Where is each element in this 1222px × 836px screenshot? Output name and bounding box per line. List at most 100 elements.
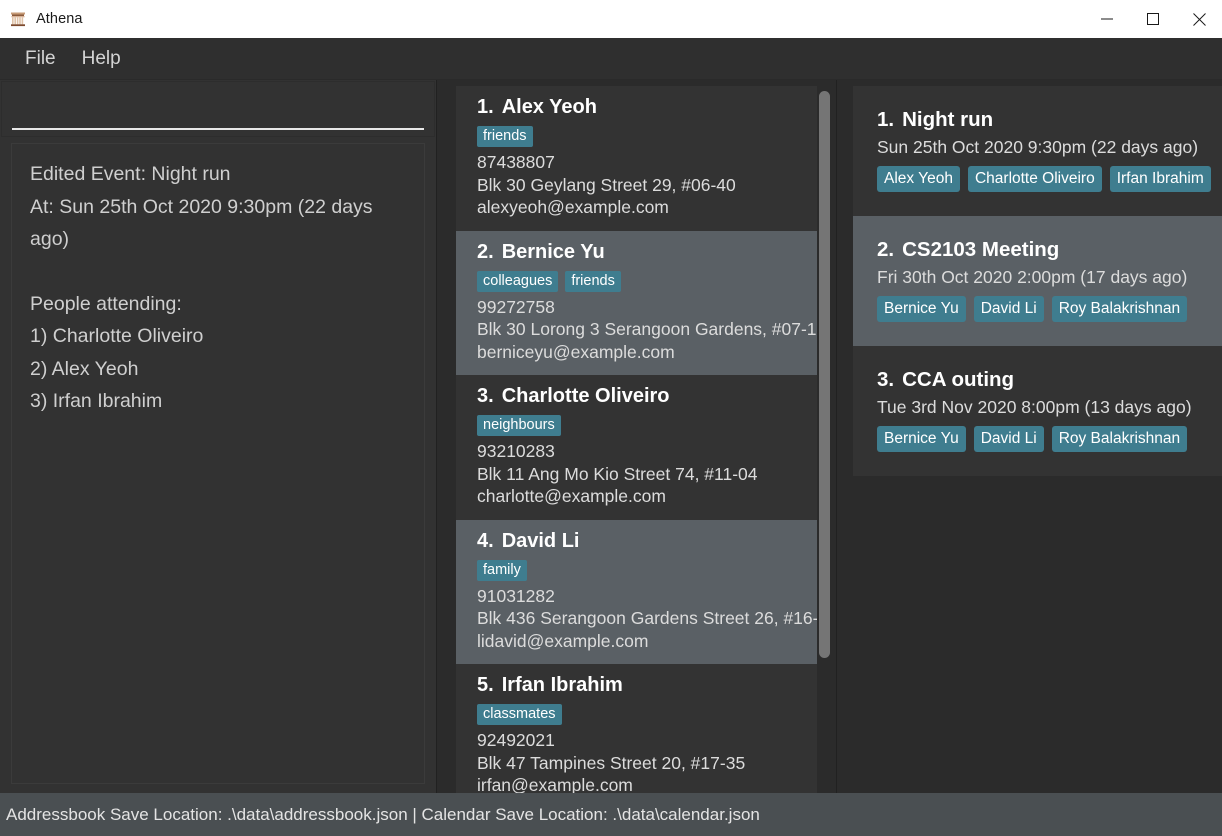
person-tag-row: neighbours bbox=[477, 415, 817, 436]
person-name: 5. Irfan Ibrahim bbox=[477, 674, 817, 697]
person-address: Blk 436 Serangoon Gardens Street 26, #16… bbox=[477, 608, 817, 628]
event-title-text: Night run bbox=[902, 108, 994, 131]
event-attendee-tag: Roy Balakrishnan bbox=[1051, 296, 1188, 322]
person-list-panel: 1. Alex Yeoh friends 87438807 Blk 30 Geylang… bbox=[437, 80, 837, 793]
person-tag: family bbox=[477, 559, 527, 581]
person-email: charlotte@example.com bbox=[477, 486, 666, 506]
status-bar: Addressbook Save Location: .\data\addres… bbox=[0, 793, 1222, 836]
event-date: Sun 25th Oct 2020 9:30pm (22 days ago) bbox=[877, 137, 1199, 157]
result-line bbox=[30, 256, 406, 288]
person-address: Blk 11 Ang Mo Kio Street 74, #11-04 bbox=[477, 463, 758, 484]
person-name: 4. David Li bbox=[477, 530, 817, 553]
person-tag: classmates bbox=[477, 704, 562, 725]
person-list[interactable]: 1. Alex Yeoh friends 87438807 Blk 30 Geylang… bbox=[456, 86, 817, 793]
event-index: 1. bbox=[877, 108, 895, 131]
person-name-text: David Li bbox=[501, 529, 580, 552]
result-line: Edited Event: Night run bbox=[30, 163, 231, 185]
person-tag-row: friends bbox=[477, 126, 817, 147]
person-email: berniceyu@example.com bbox=[477, 341, 675, 362]
command-input[interactable] bbox=[12, 90, 424, 130]
result-line: People attending: bbox=[30, 292, 182, 315]
event-title: 1. Night run bbox=[877, 108, 1222, 132]
person-name-text: Alex Yeoh bbox=[501, 96, 597, 118]
person-tag: colleagues bbox=[477, 270, 559, 292]
person-tag-row: family bbox=[477, 559, 817, 581]
person-card[interactable]: 3. Charlotte Oliveiro neighbours 93210283 Bl… bbox=[456, 375, 817, 520]
result-line: ago) bbox=[30, 228, 70, 250]
title-bar: Athena bbox=[0, 0, 1222, 38]
person-email: alexyeoh@example.com bbox=[477, 197, 669, 217]
main-content: Edited Event: Night run At: Sun 25th Oct … bbox=[0, 80, 1222, 793]
parthenon-icon bbox=[9, 10, 27, 28]
person-card[interactable]: 2. Bernice Yu colleagues friends 99272758 Blk… bbox=[456, 230, 817, 375]
event-attendee-tag: Alex Yeoh bbox=[877, 166, 960, 192]
person-name: 3. Charlotte Oliveiro bbox=[477, 385, 817, 408]
command-box bbox=[1, 81, 435, 137]
event-title-text: CS2103 Meeting bbox=[902, 238, 1060, 261]
person-address: Blk 47 Tampines Street 20, #17-35 bbox=[477, 752, 746, 773]
event-title-text: CCA outing bbox=[902, 368, 1015, 391]
person-phone: 93210283 bbox=[477, 441, 555, 461]
event-index: 3. bbox=[877, 368, 895, 391]
person-phone: 92492021 bbox=[477, 730, 555, 750]
close-button[interactable] bbox=[1176, 0, 1222, 38]
person-email: irfan@example.com bbox=[477, 775, 633, 793]
event-attendee-tag: David Li bbox=[973, 296, 1044, 322]
person-list-scrollbar[interactable] bbox=[819, 91, 830, 658]
person-card[interactable]: 5. Irfan Ibrahim classmates 92492021 Blk 47 … bbox=[456, 664, 817, 793]
event-card[interactable]: 3. CCA outing Tue 3rd Nov 2020 8:00pm (13 … bbox=[853, 346, 1222, 476]
person-phone: 91031282 bbox=[477, 585, 555, 606]
event-date: Tue 3rd Nov 2020 8:00pm (13 days ago) bbox=[877, 397, 1192, 417]
person-email: lidavid@example.com bbox=[477, 630, 649, 651]
person-index: 2. bbox=[477, 240, 494, 263]
menu-item-file[interactable]: File bbox=[12, 44, 69, 74]
person-tag: friends bbox=[477, 126, 533, 147]
person-phone: 87438807 bbox=[477, 152, 555, 172]
event-index: 2. bbox=[877, 238, 895, 261]
event-attendee-tag: Bernice Yu bbox=[877, 296, 966, 322]
person-index: 5. bbox=[477, 674, 494, 696]
person-card[interactable]: 4. David Li family 91031282 Blk 436 Serangoo… bbox=[456, 519, 817, 664]
person-phone: 99272758 bbox=[477, 296, 555, 317]
save-location-text: Addressbook Save Location: .\data\addres… bbox=[6, 804, 760, 824]
window-title: Athena bbox=[36, 11, 83, 27]
event-attendee-tag: Bernice Yu bbox=[877, 426, 966, 452]
result-line: 3) Irfan Ibrahim bbox=[30, 390, 163, 412]
maximize-button[interactable] bbox=[1130, 0, 1176, 38]
person-index: 4. bbox=[477, 529, 494, 552]
event-attendee-tag: Roy Balakrishnan bbox=[1051, 426, 1188, 452]
event-attendee-tag: Charlotte Oliveiro bbox=[967, 166, 1102, 192]
result-line: At: Sun 25th Oct 2020 9:30pm (22 days bbox=[30, 195, 373, 218]
event-card[interactable]: 1. Night run Sun 25th Oct 2020 9:30pm (22 … bbox=[853, 86, 1222, 216]
result-display-panel: Edited Event: Night run At: Sun 25th Oct … bbox=[11, 143, 425, 784]
event-attendee-tag: Irfan Ibrahim bbox=[1109, 166, 1211, 192]
menu-bar: File Help bbox=[0, 38, 1222, 80]
menu-item-help[interactable]: Help bbox=[69, 44, 134, 74]
person-name-text: Charlotte Oliveiro bbox=[501, 385, 670, 407]
result-line: 1) Charlotte Oliveiro bbox=[30, 325, 204, 347]
person-name-text: Bernice Yu bbox=[501, 240, 605, 263]
event-title: 2. CS2103 Meeting bbox=[877, 238, 1222, 262]
scrollbar-thumb[interactable] bbox=[819, 91, 830, 658]
event-list-panel: 1. Night run Sun 25th Oct 2020 9:30pm (22 … bbox=[837, 80, 1222, 793]
left-column: Edited Event: Night run At: Sun 25th Oct … bbox=[0, 80, 437, 793]
event-card[interactable]: 2. CS2103 Meeting Fri 30th Oct 2020 2:00pm… bbox=[853, 216, 1222, 346]
result-line: 2) Alex Yeoh bbox=[30, 357, 139, 380]
person-address: Blk 30 Geylang Street 29, #06-40 bbox=[477, 174, 736, 195]
person-index: 1. bbox=[477, 96, 494, 118]
person-tag-row: classmates bbox=[477, 704, 817, 725]
person-name-text: Irfan Ibrahim bbox=[501, 674, 623, 696]
event-attendee-row: Bernice Yu David Li Roy Balakrishnan bbox=[877, 426, 1222, 452]
event-title: 3. CCA outing bbox=[877, 368, 1222, 392]
event-list[interactable]: 1. Night run Sun 25th Oct 2020 9:30pm (22 … bbox=[853, 86, 1222, 793]
person-index: 3. bbox=[477, 385, 494, 407]
person-card[interactable]: 1. Alex Yeoh friends 87438807 Blk 30 Geylang… bbox=[456, 86, 817, 231]
event-attendee-row: Alex Yeoh Charlotte Oliveiro Irfan Ibrahim bbox=[877, 166, 1222, 192]
person-name: 1. Alex Yeoh bbox=[477, 96, 817, 119]
person-name: 2. Bernice Yu bbox=[477, 241, 817, 264]
person-address: Blk 30 Lorong 3 Serangoon Gardens, #07-1… bbox=[477, 319, 817, 339]
person-tag: neighbours bbox=[477, 415, 561, 436]
minimize-button[interactable] bbox=[1084, 0, 1130, 38]
person-tag-row: colleagues friends bbox=[477, 270, 817, 292]
window-controls bbox=[1084, 0, 1222, 38]
